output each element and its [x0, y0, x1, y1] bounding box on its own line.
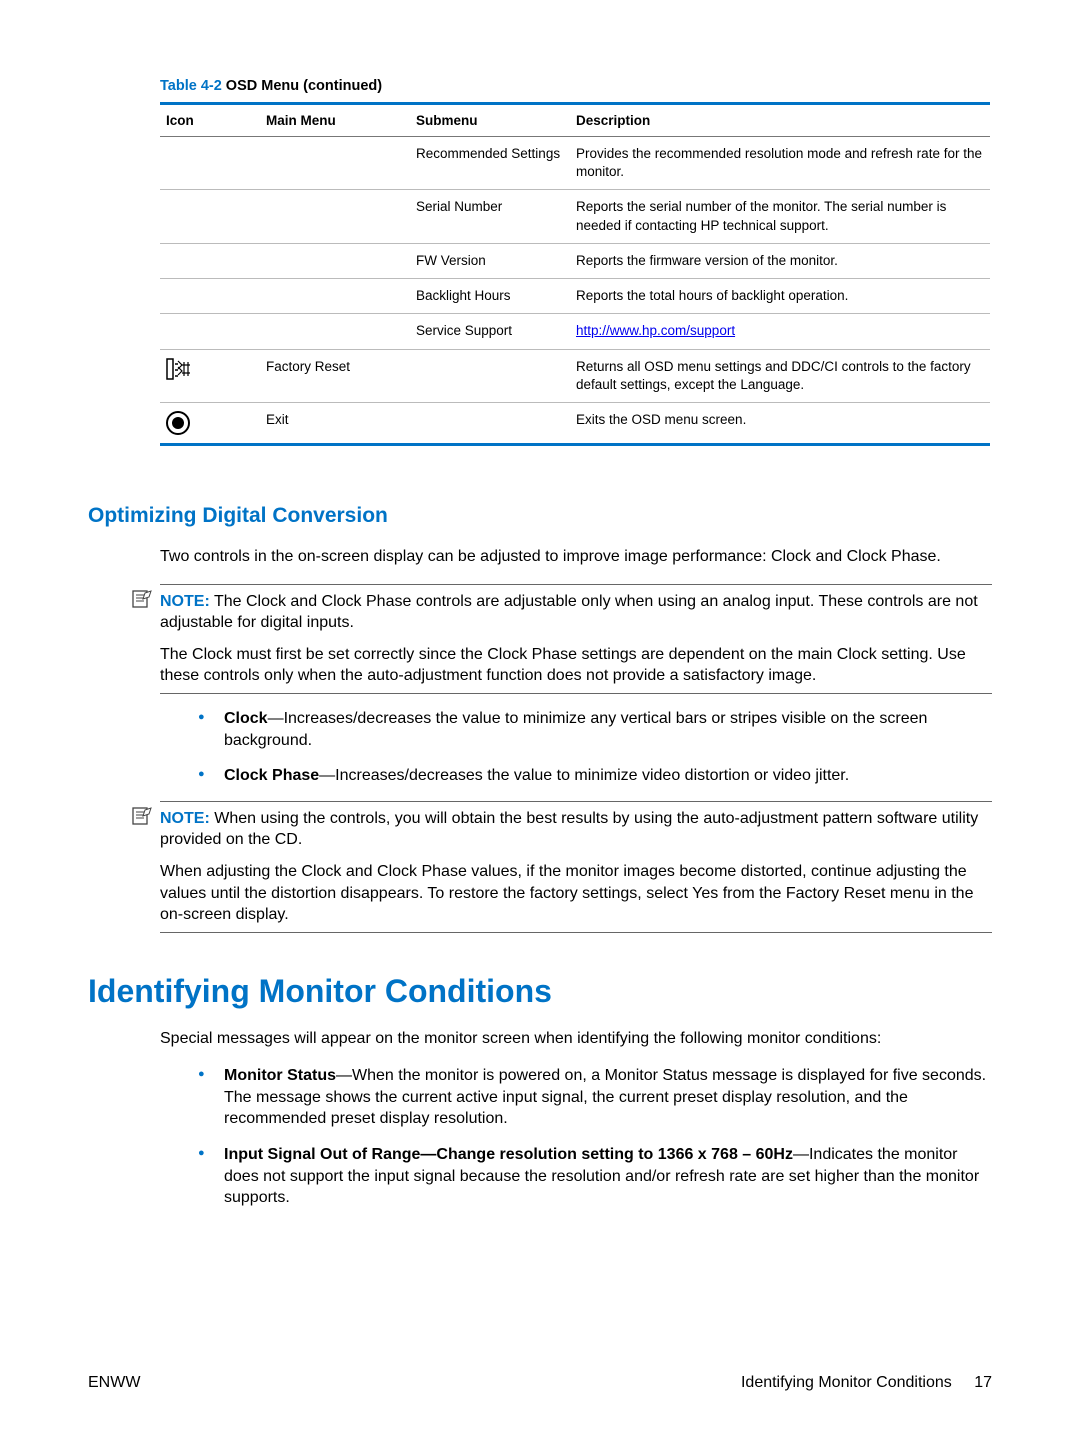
table-caption-number: Table 4-2: [160, 78, 222, 94]
footer-left: ENWW: [88, 1374, 140, 1392]
page-footer: ENWW Identifying Monitor Conditions 17: [88, 1374, 992, 1392]
cell-icon: [160, 243, 260, 278]
table-caption-title: OSD Menu (continued): [222, 78, 382, 94]
cell-submenu: Backlight Hours: [410, 279, 570, 314]
note-text: The Clock and Clock Phase controls are a…: [160, 593, 978, 632]
monitor-status-desc: —When the monitor is powered on, a Monit…: [224, 1067, 986, 1127]
cell-main: [260, 279, 410, 314]
paragraph: When adjusting the Clock and Clock Phase…: [160, 861, 992, 926]
clockphase-term: Clock Phase: [224, 767, 319, 784]
clock-term: Clock: [224, 710, 268, 727]
cell-icon: [160, 314, 260, 349]
cell-submenu: [410, 402, 570, 444]
exit-icon: [166, 411, 190, 435]
table-row: FW Version Reports the firmware version …: [160, 243, 990, 278]
cell-description: Reports the total hours of backlight ope…: [570, 279, 990, 314]
cell-icon: [160, 402, 260, 444]
table-row: Factory Reset Returns all OSD menu setti…: [160, 349, 990, 402]
note-icon: [132, 807, 152, 832]
table-row: Exit Exits the OSD menu screen.: [160, 402, 990, 444]
cell-main: [260, 190, 410, 243]
cell-submenu: Service Support: [410, 314, 570, 349]
bullet-list: Monitor Status—When the monitor is power…: [198, 1065, 992, 1209]
th-description: Description: [570, 104, 990, 137]
cell-main: Factory Reset: [260, 349, 410, 402]
th-icon: Icon: [160, 104, 260, 137]
paragraph: Special messages will appear on the moni…: [160, 1028, 992, 1050]
cell-description: Reports the serial number of the monitor…: [570, 190, 990, 243]
table-row: Serial Number Reports the serial number …: [160, 190, 990, 243]
list-item: Clock—Increases/decreases the value to m…: [198, 708, 992, 751]
paragraph: Two controls in the on-screen display ca…: [160, 546, 992, 568]
cell-description: Reports the firmware version of the moni…: [570, 243, 990, 278]
th-main-menu: Main Menu: [260, 104, 410, 137]
clock-desc: —Increases/decreases the value to minimi…: [224, 710, 927, 749]
cell-submenu: [410, 349, 570, 402]
th-submenu: Submenu: [410, 104, 570, 137]
note-icon: [132, 590, 152, 615]
cell-icon: [160, 349, 260, 402]
cell-description: Exits the OSD menu screen.: [570, 402, 990, 444]
support-link[interactable]: http://www.hp.com/support: [576, 323, 735, 338]
table-row: Recommended Settings Provides the recomm…: [160, 137, 990, 190]
cell-submenu: FW Version: [410, 243, 570, 278]
footer-section-title: Identifying Monitor Conditions: [741, 1374, 952, 1391]
heading-optimizing-digital-conversion: Optimizing Digital Conversion: [88, 504, 992, 528]
input-signal-term: Input Signal Out of Range—Change resolut…: [224, 1146, 793, 1163]
cell-description: Returns all OSD menu settings and DDC/CI…: [570, 349, 990, 402]
note-block: NOTE: When using the controls, you will …: [160, 801, 992, 933]
cell-description: http://www.hp.com/support: [570, 314, 990, 349]
list-item: Monitor Status—When the monitor is power…: [198, 1065, 992, 1130]
cell-icon: [160, 190, 260, 243]
note-label: NOTE:: [160, 593, 210, 610]
paragraph: The Clock must first be set correctly si…: [160, 644, 992, 687]
cell-main: Exit: [260, 402, 410, 444]
note-label: NOTE:: [160, 810, 210, 827]
note-block: NOTE: The Clock and Clock Phase controls…: [160, 584, 992, 694]
cell-main: [260, 243, 410, 278]
heading-identifying-monitor-conditions: Identifying Monitor Conditions: [88, 973, 992, 1010]
list-item: Input Signal Out of Range—Change resolut…: [198, 1144, 992, 1209]
table-row: Backlight Hours Reports the total hours …: [160, 279, 990, 314]
cell-icon: [160, 137, 260, 190]
table-caption: Table 4-2 OSD Menu (continued): [160, 78, 992, 94]
note-text: When using the controls, you will obtain…: [160, 810, 978, 849]
factory-reset-icon: [166, 358, 192, 380]
bullet-list: Clock—Increases/decreases the value to m…: [198, 708, 992, 787]
cell-description: Provides the recommended resolution mode…: [570, 137, 990, 190]
footer-right: Identifying Monitor Conditions 17: [741, 1374, 992, 1392]
page-number: 17: [974, 1374, 992, 1391]
clockphase-desc: —Increases/decreases the value to minimi…: [319, 767, 849, 784]
cell-submenu: Serial Number: [410, 190, 570, 243]
list-item: Clock Phase—Increases/decreases the valu…: [198, 765, 992, 787]
cell-main: [260, 314, 410, 349]
osd-menu-table: Icon Main Menu Submenu Description Recom…: [160, 102, 990, 446]
table-row: Service Support http://www.hp.com/suppor…: [160, 314, 990, 349]
cell-submenu: Recommended Settings: [410, 137, 570, 190]
monitor-status-term: Monitor Status: [224, 1067, 336, 1084]
cell-icon: [160, 279, 260, 314]
cell-main: [260, 137, 410, 190]
